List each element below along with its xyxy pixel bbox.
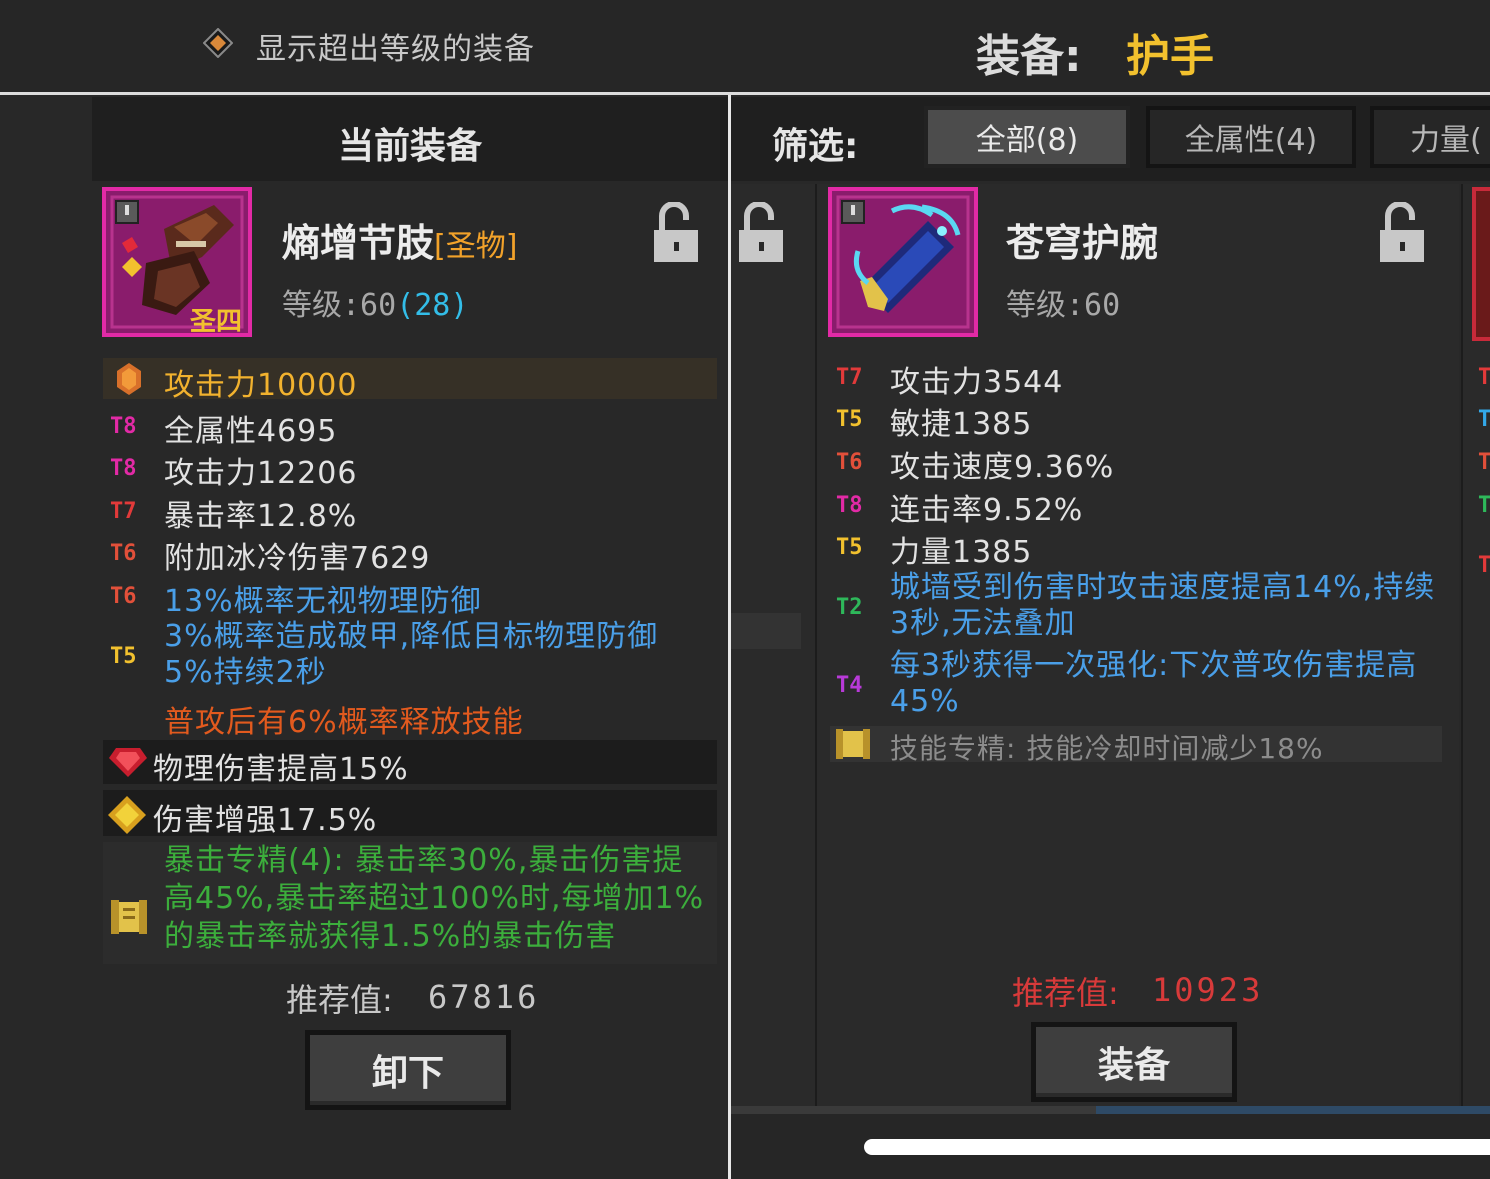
candidate-mastery-text: 技能专精: 技能冷却时间减少18%	[890, 732, 1324, 765]
mastery-text: 暴击专精(4): 暴击率30%,暴击伤害提高45%,暴击率超过100%时,每增加…	[164, 843, 705, 954]
gem-stat-text: 物理伤害提高15%	[153, 752, 409, 787]
stat-tier: T6	[110, 541, 137, 566]
tab-strength[interactable]: 力量(	[1370, 106, 1490, 168]
mastery-box: 暴击专精(4): 暴击率30%,暴击伤害提高45%,暴击率超过100%时,每增加…	[103, 842, 717, 964]
diamond-toggle-icon[interactable]	[202, 27, 234, 59]
stat-tier: T5	[836, 535, 863, 560]
gem-stat-text: 伤害增强17.5%	[153, 803, 378, 838]
current-level-extra: (28)	[396, 288, 469, 323]
stat-tier: T	[1478, 553, 1490, 578]
header-divider	[0, 92, 1490, 95]
page-title-label: 装备:	[976, 31, 1082, 82]
unequip-button[interactable]: 卸下	[305, 1030, 511, 1110]
recommend-label: 推荐值:	[286, 981, 393, 1019]
stat-tier: T8	[110, 456, 137, 481]
candidate-item-level: 等级:60	[1006, 288, 1121, 323]
stat-text: 13%概率无视物理防御	[164, 584, 482, 619]
scroll-icon	[111, 898, 147, 940]
horizontal-scrollbar-thumb[interactable]	[1096, 1106, 1490, 1114]
stat-text: 敏捷1385	[890, 407, 1033, 442]
item-grade-badge: 圣四	[190, 307, 243, 337]
prev-card-row	[731, 613, 801, 649]
filter-label: 筛选:	[772, 126, 859, 167]
stat-text: 附加冰冷伤害7629	[164, 541, 431, 576]
current-item-level: 等级:60(28)	[282, 280, 468, 324]
main-stat-text: 攻击力10000	[164, 368, 358, 403]
stat-tier: T2	[836, 595, 863, 620]
stat-tier: T4	[836, 673, 863, 698]
current-level-label: 等级:60	[282, 288, 397, 323]
next-item-icon-edge	[1472, 187, 1490, 341]
special-effect-text: 普攻后有6%概率释放技能	[164, 705, 524, 740]
stat-text: 连击率9.52%	[890, 493, 1084, 528]
stat-tier: T6	[110, 584, 137, 609]
current-equipment-title: 当前装备	[337, 126, 482, 167]
stat-tier: T5	[836, 407, 863, 432]
lock-icon[interactable]	[739, 201, 783, 262]
current-item-icon[interactable]: 圣四	[102, 187, 252, 337]
recommend-value: 67816	[428, 978, 540, 1016]
stat-tier: T7	[836, 365, 863, 390]
amber-gem-icon	[116, 362, 142, 400]
stat-text: 每3秒获得一次强化:下次普攻伤害提高45%	[890, 648, 1418, 719]
stat-tier: T8	[110, 414, 137, 439]
current-item-title: 熵增节肢[圣物]	[282, 212, 517, 267]
candidate-item-icon[interactable]	[828, 187, 978, 337]
stat-tier: T6	[836, 450, 863, 475]
stat-text: 攻击力12206	[164, 456, 358, 491]
stat-tier: T7	[110, 499, 137, 524]
tab-all-attributes[interactable]: 全属性(4)	[1146, 106, 1356, 168]
equip-button[interactable]: 装备	[1031, 1022, 1237, 1102]
candidate-recommend-value: 10923	[1152, 971, 1264, 1009]
tab-all[interactable]: 全部(8)	[924, 106, 1130, 168]
candidate-item-name: 苍穹护腕	[1006, 221, 1159, 265]
page-title-slot: 护手	[1126, 31, 1214, 82]
stat-text: 暴击率12.8%	[164, 499, 358, 534]
stat-tier: T	[1478, 493, 1490, 518]
stat-text: 力量1385	[890, 535, 1033, 570]
candidate-recommend-label: 推荐值:	[1012, 974, 1119, 1012]
stat-tier: T	[1478, 407, 1490, 432]
lock-icon[interactable]	[1380, 201, 1424, 262]
home-indicator[interactable]	[864, 1139, 1490, 1155]
current-item-name: 熵增节肢	[282, 221, 435, 265]
stat-text: 3%概率造成破甲,降低目标物理防御5%持续2秒	[164, 619, 659, 690]
current-item-rarity-tag: [圣物]	[434, 229, 518, 264]
scroll-icon	[836, 728, 870, 764]
stat-text: 攻击速度9.36%	[890, 450, 1115, 485]
ruby-gem-icon	[108, 746, 148, 782]
current-equipment-header: 当前装备	[92, 97, 728, 181]
stat-tier: T8	[836, 493, 863, 518]
lock-icon[interactable]	[654, 201, 698, 262]
stat-text: 全属性4695	[164, 414, 338, 449]
show-overlevel-toggle-label[interactable]: 显示超出等级的装备	[256, 24, 535, 68]
stat-tier: T	[1478, 450, 1490, 475]
stat-tier: T5	[110, 644, 137, 669]
stat-text: 城墙受到伤害时攻击速度提高14%,持续3秒,无法叠加	[890, 570, 1436, 641]
stat-text: 攻击力3544	[890, 365, 1064, 400]
bracer-icon	[832, 191, 974, 333]
stat-tier: T	[1478, 365, 1490, 390]
topaz-gem-icon	[107, 795, 147, 839]
